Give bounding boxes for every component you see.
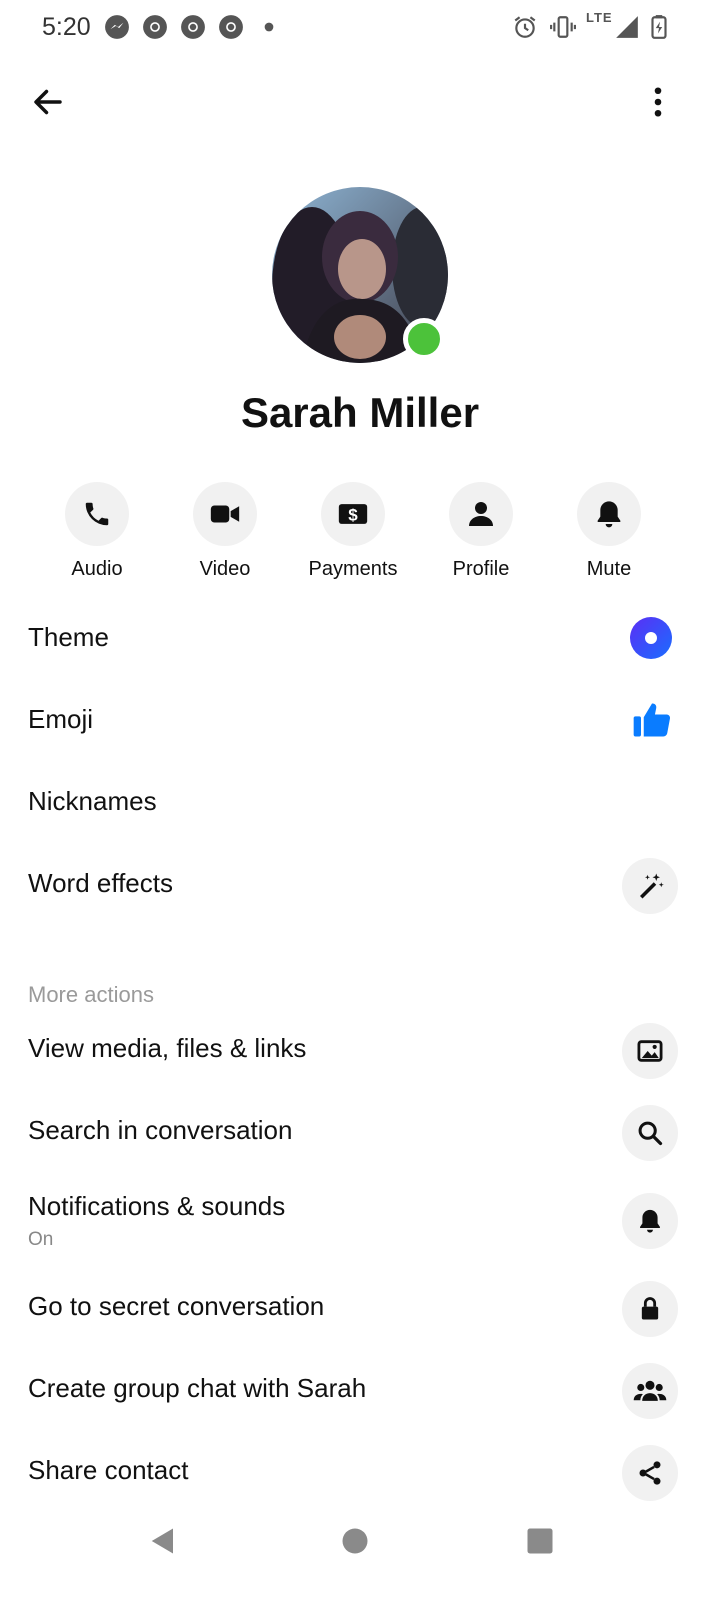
theme-label: Theme [28,622,109,652]
share-contact-label: Share contact [28,1455,189,1485]
more-vertical-icon [654,87,662,117]
theme-icon [630,617,672,659]
chrome-icon [143,15,167,39]
notifications-label: Notifications & sounds [28,1191,286,1221]
nicknames-row[interactable]: Nicknames [0,762,720,846]
messenger-icon [105,15,129,39]
profile-label: Profile [452,558,510,580]
video-label: Video [199,558,251,580]
phone-icon [85,502,109,526]
share-icon-button [622,1445,678,1501]
emoji-row[interactable]: Emoji [0,680,720,764]
lock-icon-button [622,1281,678,1337]
notifications-row[interactable]: Notifications & sounds On [0,1173,720,1273]
group-icon-button [622,1363,678,1419]
search-icon-button [622,1105,678,1161]
status-time: 5:20 [42,13,91,41]
create-group-row[interactable]: Create group chat with Sarah [0,1349,720,1433]
signal-icon [616,16,638,38]
notifications-icon-button [622,1193,678,1249]
thumbs-up-icon [633,703,671,737]
magic-wand-icon [640,873,664,899]
dot-icon [264,22,274,32]
share-icon [639,1461,661,1485]
mute-label: Mute [586,558,632,580]
person-icon [469,502,493,526]
contact-name: Sarah Miller [240,389,480,436]
audio-button-circle[interactable] [65,482,129,546]
profile-button[interactable]: Profile [416,482,546,582]
image-icon [637,1040,663,1062]
video-call-button[interactable]: Video [160,482,290,582]
notifications-status: On [28,1229,54,1250]
word-effects-icon-button [622,858,678,914]
audio-label: Audio [71,558,123,580]
profile-button-circle[interactable] [449,482,513,546]
theme-row[interactable]: Theme [0,598,720,682]
view-media-icon-button [622,1023,678,1079]
view-media-label: View media, files & links [28,1033,307,1063]
view-media-row[interactable]: View media, files & links [0,1009,720,1093]
payments-label: Payments [308,558,398,580]
nav-recents-icon[interactable] [525,1526,555,1556]
group-icon [633,1380,667,1401]
vibrate-icon [550,16,576,38]
secret-conversation-row[interactable]: Go to secret conversation [0,1267,720,1351]
chrome-icon [181,15,205,39]
svg-text:$: $ [348,505,358,524]
dollar-icon: $ [338,504,368,524]
video-button-circle[interactable] [193,482,257,546]
emoji-label: Emoji [28,704,94,734]
bell-icon [640,1209,660,1233]
arrow-left-icon [34,89,62,115]
chrome-icon [219,15,243,39]
system-navigation-bar [0,1512,720,1600]
back-button[interactable] [24,78,72,126]
create-group-label: Create group chat with Sarah [28,1373,367,1403]
audio-call-button[interactable]: Audio [32,482,162,582]
battery-charging-icon [651,15,667,39]
nicknames-label: Nicknames [28,786,157,816]
more-options-button[interactable] [634,78,682,126]
nav-back-icon[interactable] [148,1526,178,1556]
nav-home-icon[interactable] [340,1526,370,1556]
online-status-indicator [403,318,445,360]
mute-button[interactable]: Mute [544,482,674,582]
payments-button[interactable]: $ Payments [288,482,418,582]
secret-conversation-label: Go to secret conversation [28,1291,325,1321]
more-actions-header: More actions [28,982,154,1007]
search-conversation-label: Search in conversation [28,1115,293,1145]
word-effects-label: Word effects [28,868,173,898]
bell-icon [597,501,621,528]
mute-button-circle[interactable] [577,482,641,546]
search-icon [638,1121,663,1146]
word-effects-row[interactable]: Word effects [0,844,720,928]
video-camera-icon [210,505,240,523]
share-contact-row[interactable]: Share contact [0,1431,720,1512]
search-conversation-row[interactable]: Search in conversation [0,1091,720,1175]
alarm-icon [514,16,536,38]
lte-label: LTE [586,10,613,25]
payments-button-circle[interactable]: $ [321,482,385,546]
lock-icon [641,1297,659,1320]
